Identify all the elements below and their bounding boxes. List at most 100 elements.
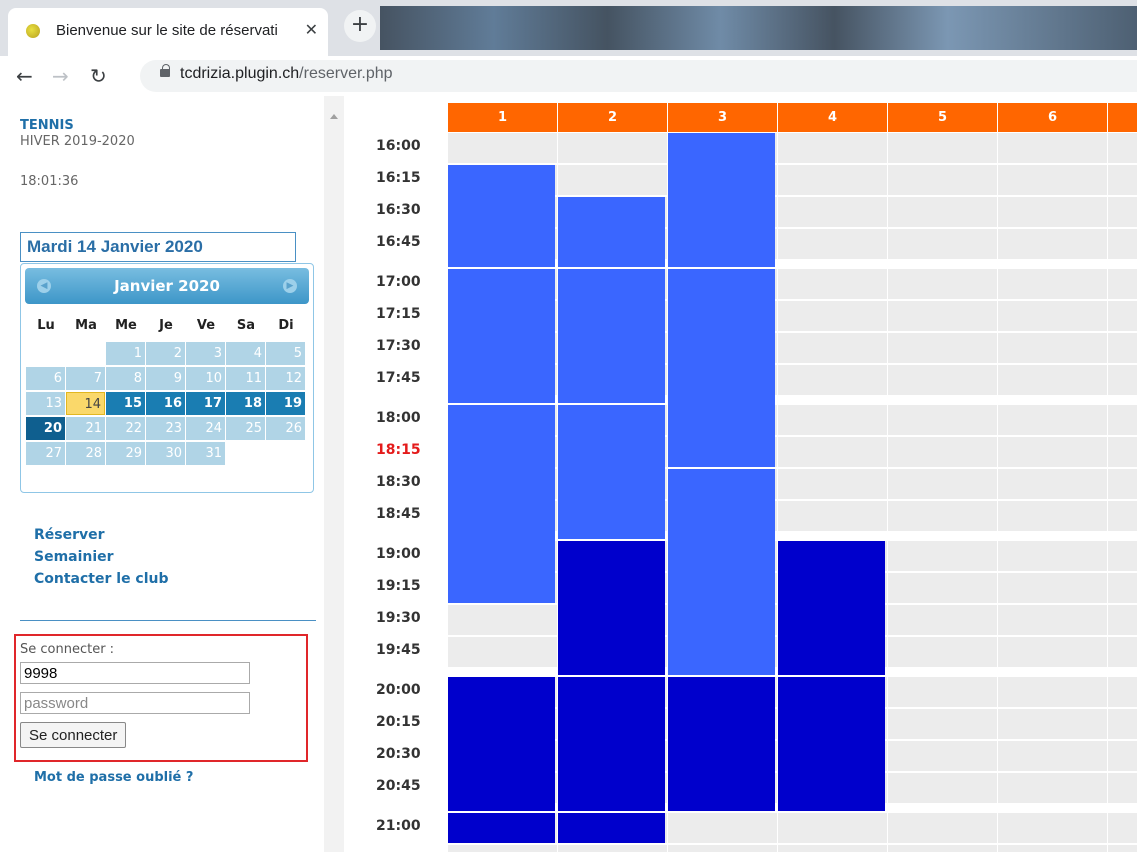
free-slot[interactable] — [778, 133, 887, 163]
close-tab-icon[interactable]: ✕ — [305, 20, 318, 39]
calendar-day[interactable]: 11 — [226, 367, 265, 390]
free-slot[interactable] — [998, 709, 1107, 739]
address-bar[interactable]: tcdrizia.plugin.ch/reserver.php — [140, 60, 1137, 92]
free-slot[interactable] — [998, 845, 1107, 852]
date-field[interactable]: Mardi 14 Janvier 2020 — [20, 232, 296, 262]
free-slot[interactable] — [888, 405, 997, 435]
free-slot[interactable] — [998, 813, 1107, 843]
free-slot[interactable] — [888, 365, 997, 395]
calendar-day[interactable]: 12 — [266, 367, 305, 390]
back-arrow-icon[interactable]: ← — [16, 64, 33, 88]
calendar-day[interactable]: 21 — [66, 417, 105, 440]
free-slot[interactable] — [888, 501, 997, 531]
calendar-day[interactable]: 7 — [66, 367, 105, 390]
free-slot[interactable] — [448, 637, 557, 667]
free-slot[interactable] — [888, 229, 997, 259]
free-slot[interactable] — [998, 133, 1107, 163]
booking-block[interactable] — [668, 677, 775, 811]
free-slot[interactable] — [888, 333, 997, 363]
booking-block[interactable] — [558, 405, 665, 539]
link-semainier[interactable]: Semainier — [34, 546, 169, 568]
free-slot[interactable] — [888, 469, 997, 499]
free-slot[interactable] — [1108, 469, 1137, 499]
free-slot[interactable] — [558, 133, 667, 163]
booking-block[interactable] — [558, 197, 665, 267]
free-slot[interactable] — [998, 165, 1107, 195]
calendar-day[interactable]: 6 — [26, 367, 65, 390]
calendar-day[interactable]: 26 — [266, 417, 305, 440]
free-slot[interactable] — [448, 845, 557, 852]
free-slot[interactable] — [888, 301, 997, 331]
free-slot[interactable] — [778, 437, 887, 467]
calendar-day[interactable]: 30 — [146, 442, 185, 465]
free-slot[interactable] — [778, 197, 887, 227]
free-slot[interactable] — [778, 365, 887, 395]
free-slot[interactable] — [998, 773, 1107, 803]
free-slot[interactable] — [998, 573, 1107, 603]
free-slot[interactable] — [1108, 741, 1137, 771]
free-slot[interactable] — [778, 845, 887, 852]
booking-block[interactable] — [448, 813, 555, 843]
free-slot[interactable] — [998, 541, 1107, 571]
free-slot[interactable] — [1108, 773, 1137, 803]
free-slot[interactable] — [778, 813, 887, 843]
free-slot[interactable] — [1108, 677, 1137, 707]
calendar-day[interactable]: 24 — [186, 417, 225, 440]
free-slot[interactable] — [998, 197, 1107, 227]
calendar-day[interactable]: 13 — [26, 392, 65, 415]
free-slot[interactable] — [998, 501, 1107, 531]
calendar-day[interactable]: 8 — [106, 367, 145, 390]
free-slot[interactable] — [888, 741, 997, 771]
free-slot[interactable] — [558, 165, 667, 195]
free-slot[interactable] — [998, 437, 1107, 467]
forward-arrow-icon[interactable]: → — [52, 64, 69, 88]
free-slot[interactable] — [1108, 845, 1137, 852]
booking-block[interactable] — [448, 165, 555, 267]
free-slot[interactable] — [998, 229, 1107, 259]
free-slot[interactable] — [778, 229, 887, 259]
free-slot[interactable] — [1108, 133, 1137, 163]
link-reserver[interactable]: Réserver — [34, 524, 169, 546]
free-slot[interactable] — [888, 165, 997, 195]
password-field[interactable] — [20, 692, 250, 714]
booking-block[interactable] — [558, 813, 665, 843]
booking-block[interactable] — [558, 677, 665, 811]
calendar-day[interactable]: 29 — [106, 442, 145, 465]
calendar-day[interactable]: 28 — [66, 442, 105, 465]
free-slot[interactable] — [778, 333, 887, 363]
booking-block[interactable] — [668, 133, 775, 267]
link-contact[interactable]: Contacter le club — [34, 568, 169, 590]
free-slot[interactable] — [888, 637, 997, 667]
calendar-day[interactable]: 15 — [106, 392, 145, 415]
next-month-icon[interactable]: ▶ — [283, 279, 297, 293]
booking-block[interactable] — [668, 469, 775, 675]
calendar-day[interactable]: 22 — [106, 417, 145, 440]
free-slot[interactable] — [998, 469, 1107, 499]
free-slot[interactable] — [778, 405, 887, 435]
booking-block[interactable] — [448, 405, 555, 603]
free-slot[interactable] — [1108, 637, 1137, 667]
calendar-day[interactable]: 17 — [186, 392, 225, 415]
calendar-day[interactable]: 2 — [146, 342, 185, 365]
calendar-day[interactable]: 27 — [26, 442, 65, 465]
free-slot[interactable] — [1108, 541, 1137, 571]
calendar-day[interactable]: 1 — [106, 342, 145, 365]
free-slot[interactable] — [1108, 197, 1137, 227]
free-slot[interactable] — [998, 605, 1107, 635]
free-slot[interactable] — [888, 197, 997, 227]
username-field[interactable] — [20, 662, 250, 684]
calendar-day[interactable]: 10 — [186, 367, 225, 390]
booking-block[interactable] — [558, 541, 665, 675]
forgot-password-link[interactable]: Mot de passe oublié ? — [34, 770, 193, 785]
booking-block[interactable] — [778, 677, 885, 811]
calendar-day[interactable]: 9 — [146, 367, 185, 390]
free-slot[interactable] — [448, 133, 557, 163]
scroll-up-icon[interactable] — [330, 114, 338, 119]
free-slot[interactable] — [888, 845, 997, 852]
calendar-day[interactable]: 19 — [266, 392, 305, 415]
free-slot[interactable] — [1108, 605, 1137, 635]
free-slot[interactable] — [1108, 405, 1137, 435]
reload-icon[interactable]: ↻ — [90, 64, 107, 88]
calendar-day[interactable]: 4 — [226, 342, 265, 365]
booking-block[interactable] — [668, 269, 775, 467]
